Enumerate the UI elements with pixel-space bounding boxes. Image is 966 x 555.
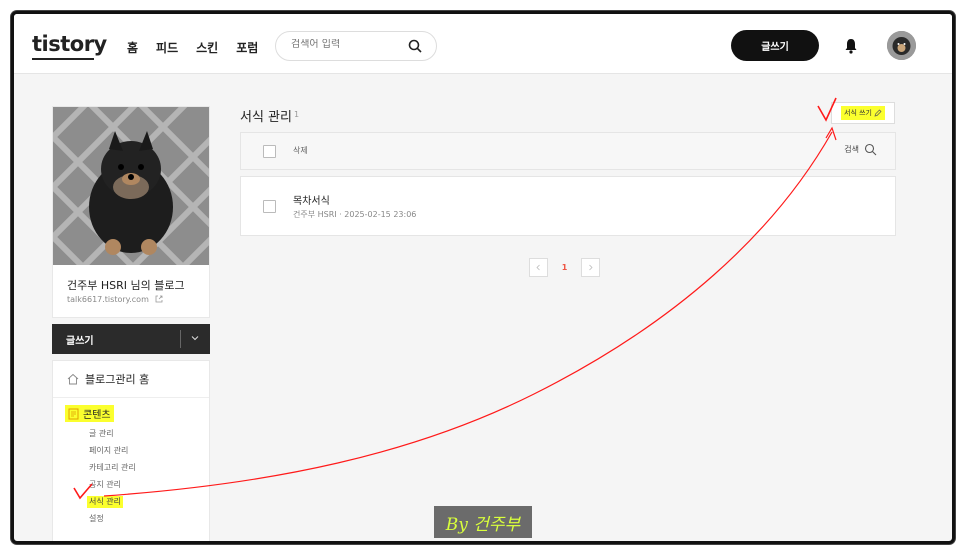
submenu-page-manage[interactable]: 페이지 관리 — [89, 442, 136, 459]
menu-contents-label: 콘텐츠 — [83, 410, 111, 421]
external-link-icon[interactable] — [155, 295, 163, 303]
next-page-button[interactable] — [581, 258, 600, 277]
menu-home-label: 블로그관리 홈 — [85, 373, 150, 386]
search-box[interactable] — [275, 31, 437, 61]
top-header: tistory 홈 피드 스킨 포럼 글쓰기 — [14, 14, 952, 74]
submenu-notice-manage[interactable]: 공지 관리 — [89, 476, 136, 493]
nav-forum[interactable]: 포럼 — [236, 39, 258, 56]
new-template-label[interactable]: 서식 쓰기 — [844, 108, 872, 118]
watermark: By 건주부 — [434, 506, 532, 538]
page-number[interactable]: 1 — [554, 263, 575, 272]
item-title[interactable]: 목차서식 — [293, 192, 330, 207]
item-author: 건주부 HSRI — [293, 210, 337, 219]
list-search-label[interactable]: 검색 — [844, 144, 859, 155]
blog-name[interactable]: 건주부 HSRI 님의 블로그 — [67, 277, 185, 293]
submenu-post-manage[interactable]: 글 관리 — [89, 425, 136, 442]
page-title-text: 서식 관리 — [240, 110, 292, 125]
new-template-button[interactable]: 서식 쓰기 — [831, 102, 895, 124]
pagination: 1 — [529, 258, 600, 277]
profile-card: 건주부 HSRI 님의 블로그 talk6617.tistory.com — [52, 106, 210, 318]
prev-page-button[interactable] — [529, 258, 548, 277]
divider — [53, 397, 209, 398]
list-search-button[interactable]: 검색 — [844, 143, 877, 156]
new-template-highlight[interactable]: 서식 쓰기 — [841, 106, 885, 120]
chevron-right-icon — [589, 264, 593, 271]
top-nav: 홈 피드 스킨 포럼 — [127, 39, 258, 56]
item-meta: 건주부 HSRI · 2025-02-15 23:06 — [293, 209, 416, 220]
tistory-logo[interactable]: tistory — [32, 32, 107, 56]
pencil-icon[interactable] — [874, 109, 882, 117]
blog-url-text[interactable]: talk6617.tistory.com — [67, 295, 149, 304]
submenu-template-label[interactable]: 서식 관리 — [87, 496, 123, 508]
submenu-settings[interactable]: 설정 — [89, 510, 136, 527]
logo-underline — [32, 58, 94, 60]
select-all-checkbox[interactable] — [263, 145, 276, 158]
nav-skin[interactable]: 스킨 — [196, 39, 218, 56]
avatar[interactable] — [887, 31, 916, 60]
template-list: 목차서식 건주부 HSRI · 2025-02-15 23:06 — [240, 176, 896, 236]
sidebar-write-label[interactable]: 글쓰기 — [66, 332, 94, 347]
profile-image[interactable] — [53, 107, 209, 265]
write-button[interactable]: 글쓰기 — [731, 30, 819, 61]
delete-button[interactable]: 삭제 — [293, 145, 308, 156]
menu-contents[interactable]: 콘텐츠 — [65, 405, 114, 422]
app-frame: tistory 홈 피드 스킨 포럼 글쓰기 — [11, 11, 955, 544]
document-icon — [68, 408, 79, 419]
bell-icon[interactable] — [844, 38, 858, 54]
search-icon[interactable] — [408, 39, 422, 53]
admin-menu: 블로그관리 홈 콘텐츠 글 관리 페이지 관리 카테고리 관리 공지 관리 서식… — [52, 360, 210, 541]
page-title: 서식 관리 1 — [240, 106, 299, 125]
nav-home[interactable]: 홈 — [127, 39, 138, 56]
item-checkbox[interactable] — [263, 200, 276, 213]
contents-submenu: 글 관리 페이지 관리 카테고리 관리 공지 관리 서식 관리 설정 — [87, 425, 136, 527]
list-toolbar: 삭제 검색 — [240, 132, 896, 170]
sidebar-write-button[interactable]: 글쓰기 — [52, 324, 210, 354]
item-date: 2025-02-15 23:06 — [344, 210, 417, 219]
menu-blog-admin-home[interactable]: 블로그관리 홈 — [67, 371, 149, 387]
search-icon[interactable] — [864, 143, 877, 156]
home-icon — [67, 373, 79, 385]
search-input[interactable] — [291, 39, 401, 50]
chevron-down-icon[interactable] — [190, 333, 200, 343]
template-count: 1 — [293, 110, 300, 119]
blog-url[interactable]: talk6617.tistory.com — [67, 295, 163, 304]
submenu-template-manage[interactable]: 서식 관리 — [87, 493, 136, 510]
divider — [180, 330, 181, 348]
nav-feed[interactable]: 피드 — [156, 39, 178, 56]
chevron-left-icon — [536, 264, 540, 271]
submenu-category-manage[interactable]: 카테고리 관리 — [89, 459, 136, 476]
